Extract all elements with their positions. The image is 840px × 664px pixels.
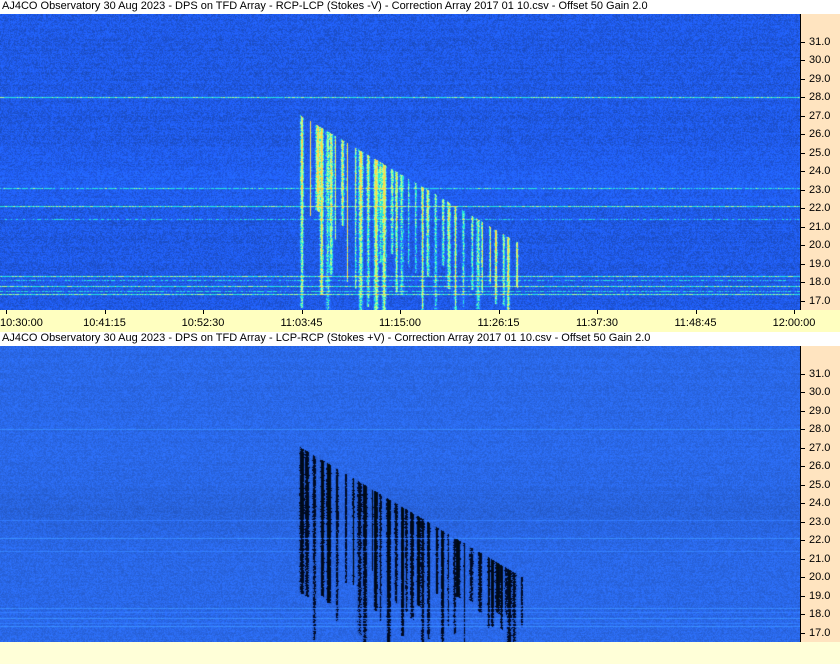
frequency-tick-label: 22.0 (809, 534, 831, 547)
frequency-tick (801, 373, 805, 375)
time-tick (104, 310, 106, 314)
frequency-tick (801, 41, 805, 43)
frequency-tick-label: 29.0 (809, 404, 831, 417)
spectrogram-plot (0, 14, 800, 310)
time-tick-label: 11:26:15 (477, 317, 520, 329)
frequency-tick (801, 115, 805, 117)
frequency-tick (801, 245, 805, 247)
frequency-axis: 17.0 18.0 19.0 20.0 21.0 22.0 23.0 24.0 25.0 26.0… (800, 346, 840, 642)
frequency-tick (801, 152, 805, 154)
frequency-tick-label: 26.0 (809, 460, 831, 473)
time-tick-label: 11:03:45 (280, 317, 323, 329)
frequency-tick (801, 78, 805, 80)
time-tick-label: 11:37:30 (575, 317, 618, 329)
time-tick-label: 11:48:45 (674, 317, 717, 329)
frequency-tick (801, 632, 805, 634)
spectrogram-panel-top: AJ4CO Observatory 30 Aug 2023 - DPS on T… (0, 0, 840, 332)
frequency-tick-label: 25.0 (809, 146, 831, 159)
frequency-tick-label: 24.0 (809, 497, 831, 510)
frequency-tick-label: 27.0 (809, 441, 831, 454)
frequency-tick-label: 17.0 (809, 294, 831, 307)
time-tick (498, 310, 500, 314)
frequency-tick (801, 447, 805, 449)
time-tick-label: 10:41:15 (83, 317, 126, 329)
frequency-tick (801, 263, 805, 265)
frequency-tick (801, 466, 805, 468)
frequency-tick (801, 521, 805, 523)
frequency-tick-label: 26.0 (809, 128, 831, 141)
frequency-tick-label: 23.0 (809, 515, 831, 528)
spectrogram-panel-bottom: AJ4CO Observatory 30 Aug 2023 - DPS on T… (0, 332, 840, 664)
frequency-tick-label: 20.0 (809, 239, 831, 252)
frequency-tick (801, 282, 805, 284)
frequency-tick (801, 429, 805, 431)
frequency-tick-label: 27.0 (809, 109, 831, 122)
frequency-tick (801, 97, 805, 99)
frequency-tick-label: 30.0 (809, 386, 831, 399)
frequency-tick-label: 24.0 (809, 165, 831, 178)
frequency-tick (801, 189, 805, 191)
frequency-tick (801, 410, 805, 412)
frequency-tick (801, 392, 805, 394)
frequency-tick-label: 23.0 (809, 183, 831, 196)
frequency-tick (801, 540, 805, 542)
frequency-tick-label: 30.0 (809, 54, 831, 67)
frequency-tick (801, 134, 805, 136)
frequency-tick (801, 503, 805, 505)
frequency-tick-label: 21.0 (809, 552, 831, 565)
time-axis: 10:30:00 10:41:15 10:52:30 11:03:45 11:15:00… (0, 310, 840, 332)
spectrogram-canvas (0, 14, 800, 310)
frequency-axis: 17.0 18.0 19.0 20.0 21.0 22.0 23.0 24.0 25.0 26.0… (800, 14, 840, 310)
frequency-tick (801, 171, 805, 173)
frequency-tick-label: 31.0 (809, 367, 831, 380)
frequency-tick-label: 20.0 (809, 571, 831, 584)
time-tick-label: 11:15:00 (378, 317, 421, 329)
chart-title: AJ4CO Observatory 30 Aug 2023 - DPS on T… (2, 332, 651, 344)
frequency-tick (801, 484, 805, 486)
frequency-tick-label: 19.0 (809, 589, 831, 602)
frequency-tick (801, 226, 805, 228)
frequency-tick-label: 31.0 (809, 35, 831, 48)
frequency-tick-label: 19.0 (809, 257, 831, 270)
frequency-tick (801, 208, 805, 210)
frequency-tick-label: 28.0 (809, 91, 831, 104)
frequency-tick-label: 21.0 (809, 220, 831, 233)
frequency-tick (801, 614, 805, 616)
frequency-tick-label: 25.0 (809, 478, 831, 491)
time-tick-label: 10:52:30 (181, 317, 225, 329)
time-tick (301, 310, 303, 314)
time-axis (0, 642, 840, 664)
time-tick (203, 310, 204, 314)
frequency-tick (801, 558, 805, 560)
time-tick (597, 310, 598, 314)
frequency-tick-label: 28.0 (809, 423, 831, 436)
frequency-tick (801, 595, 805, 597)
frequency-tick (801, 60, 805, 62)
frequency-tick-label: 29.0 (809, 72, 831, 85)
frequency-tick-label: 18.0 (809, 276, 831, 289)
time-tick (6, 310, 7, 314)
frequency-tick-label: 18.0 (809, 608, 831, 621)
time-tick (400, 310, 401, 314)
frequency-tick-label: 17.0 (809, 626, 831, 639)
time-tick-label: 10:30:00 (0, 317, 43, 329)
time-tick (794, 310, 795, 314)
time-tick (695, 310, 697, 314)
frequency-tick (801, 577, 805, 579)
frequency-tick-label: 22.0 (809, 202, 831, 215)
frequency-tick (801, 300, 805, 302)
spectrogram-plot (0, 346, 800, 642)
time-tick-label: 12:00:00 (772, 317, 816, 329)
chart-title: AJ4CO Observatory 30 Aug 2023 - DPS on T… (2, 0, 648, 12)
spectrogram-canvas (0, 346, 800, 642)
